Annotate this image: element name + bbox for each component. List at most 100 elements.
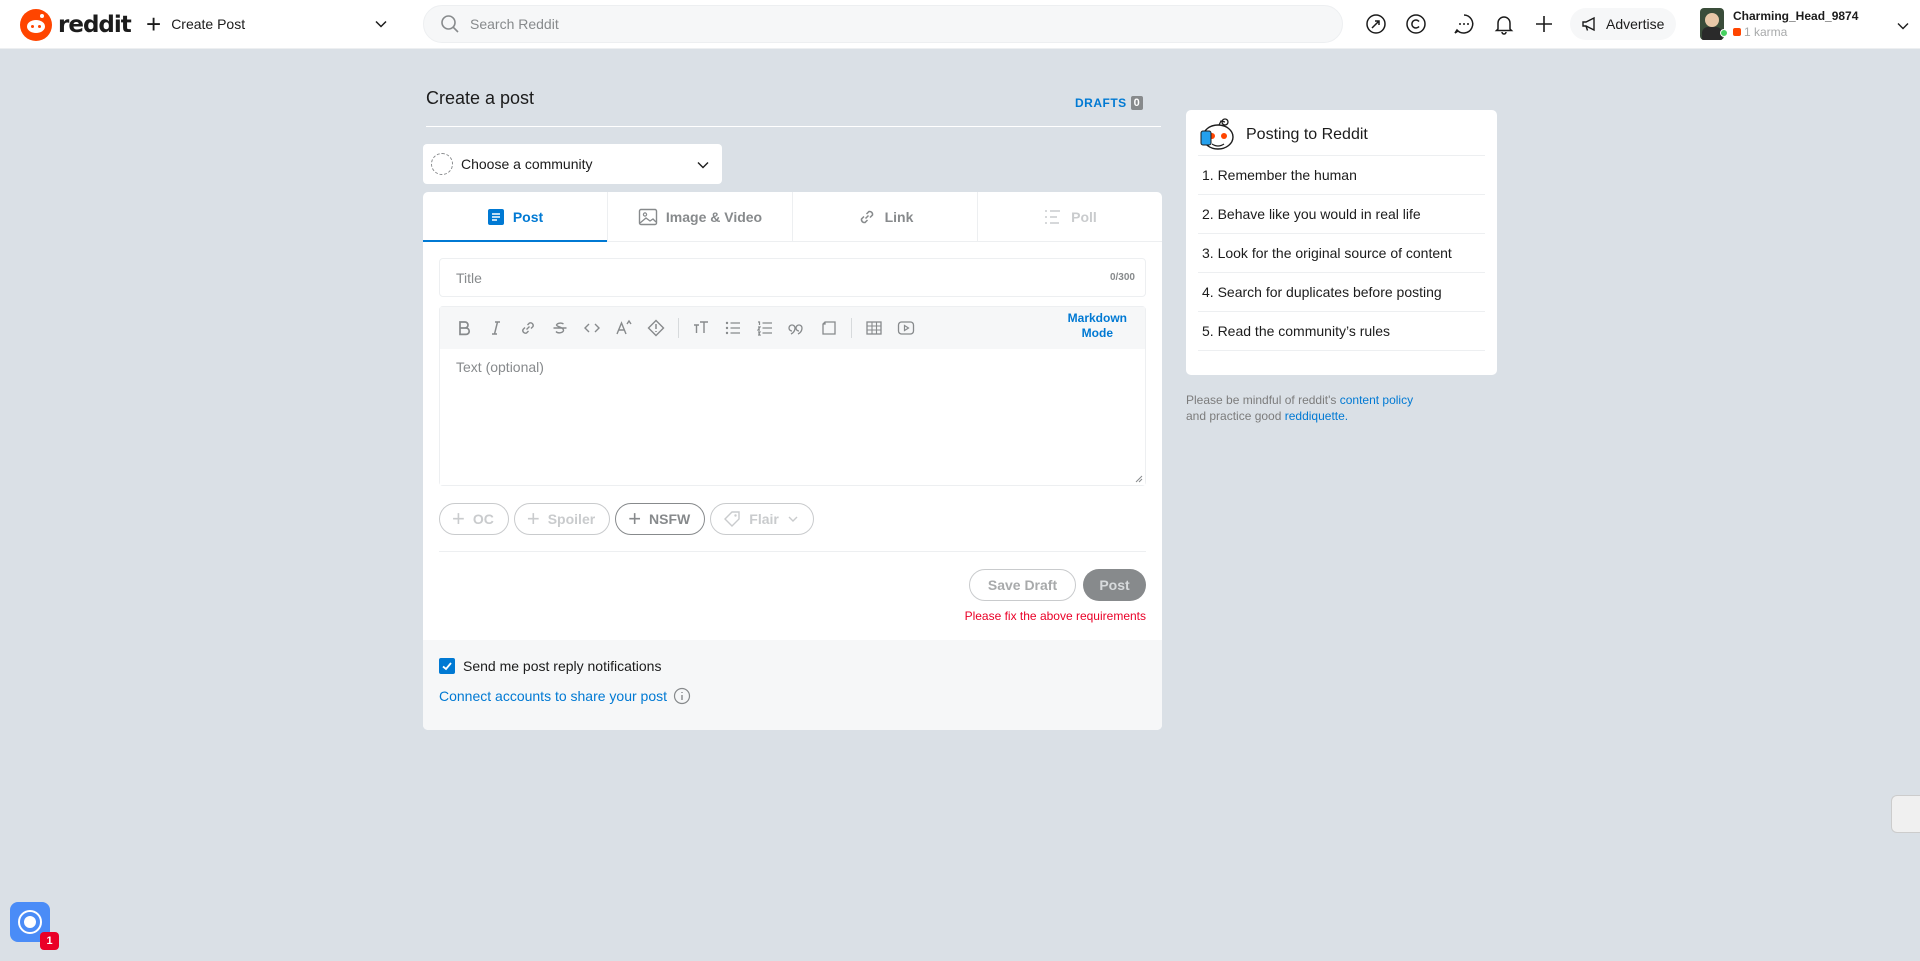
spoiler-tag-button[interactable]: + Spoiler [513,503,611,535]
image-icon [638,208,658,225]
reddit-snoo-icon [20,9,52,41]
quote-block-icon[interactable] [781,312,813,344]
chevron-down-icon [788,516,798,522]
plus-icon: + [526,506,540,531]
rule-item: 5. Read the community’s rules [1198,312,1485,351]
flair-button[interactable]: Flair [710,503,814,535]
rule-item: 3. Look for the original source of conte… [1198,234,1485,273]
inline-code-icon[interactable] [576,312,608,344]
code-block-icon[interactable] [813,312,845,344]
drafts-count: 0 [1130,96,1144,110]
community-placeholder-icon [431,153,453,175]
table-icon[interactable] [858,312,890,344]
link-icon[interactable] [512,312,544,344]
link-icon [860,210,873,223]
divider [426,126,1161,127]
bulleted-list-icon[interactable] [717,312,749,344]
drafts-label: DRAFTS [1075,96,1127,110]
italic-icon[interactable] [480,312,512,344]
chat-icon[interactable] [1452,12,1476,36]
editor-toolbar: Markdown Mode [440,307,1145,349]
markdown-mode-button[interactable]: Markdown Mode [1068,311,1127,341]
numbered-list-icon[interactable] [749,312,781,344]
community-selector-label: Choose a community [461,156,593,172]
plus-icon: + [452,506,465,531]
content-policy-link[interactable]: content policy [1340,393,1413,407]
title-field[interactable]: 0/300 [439,258,1146,297]
plus-icon: + [146,9,162,39]
chevron-down-icon [1897,23,1909,30]
bold-icon[interactable] [448,312,480,344]
home-dropdown[interactable]: + Create Post [146,8,396,40]
resize-handle-icon[interactable] [1135,475,1143,483]
notification-badge: 1 [40,932,59,950]
user-name: Charming_Head_9874 [1733,9,1859,23]
megaphone-icon [1582,16,1595,32]
search-input[interactable] [470,16,1270,32]
plus-icon: + [628,506,642,531]
chevron-down-icon [375,20,387,28]
superscript-icon[interactable] [608,312,640,344]
tag-icon [724,511,740,527]
tab-image-video[interactable]: Image & Video [608,192,793,241]
toolbar-divider [678,318,679,338]
error-message: Please fix the above requirements [964,609,1146,623]
side-panel-handle[interactable] [1891,795,1920,833]
karma-icon [1733,28,1741,36]
user-menu[interactable]: Charming_Head_9874 1 karma [1700,4,1910,44]
home-dropdown-label: Create Post [171,16,246,32]
advertise-button[interactable]: Advertise [1570,8,1677,40]
top-header: reddit + Create Post Advertise Charming_… [0,0,1920,49]
post-body-textarea[interactable] [440,349,1145,485]
community-selector[interactable]: Choose a community [423,144,722,184]
rule-item: 2. Behave like you would in real life [1198,195,1485,234]
search-icon [441,15,459,33]
create-post-card: Post Image & Video Link Poll 0/300 [423,192,1162,730]
tab-link[interactable]: Link [793,192,978,241]
rules-title: Posting to Reddit [1246,125,1368,143]
nsfw-tag-button[interactable]: + NSFW [615,503,706,535]
reddit-logo[interactable]: reddit [20,9,132,41]
title-char-count: 0/300 [1109,272,1135,283]
info-icon[interactable] [673,687,691,705]
connect-accounts-link[interactable]: Connect accounts to share your post [439,687,691,705]
online-status-dot [1720,29,1728,37]
user-karma: 1 karma [1733,25,1858,39]
save-draft-button[interactable]: Save Draft [969,569,1076,601]
notifications-option[interactable]: Send me post reply notifications [439,658,661,674]
content-policy-note: Please be mindful of reddit's content po… [1186,393,1414,423]
snoo-rules-icon [1200,117,1234,150]
rule-item: 4. Search for duplicates before posting [1198,273,1485,312]
rule-item: 1. Remember the human [1198,156,1485,195]
text-editor: Markdown Mode [439,306,1146,486]
notifications-checkbox[interactable] [439,658,455,674]
create-plus-icon[interactable] [1532,12,1556,36]
post-type-tabs: Post Image & Video Link Poll [423,192,1162,242]
tab-post[interactable]: Post [423,192,608,242]
video-icon[interactable] [890,312,922,344]
oc-tag-button[interactable]: + OC [439,503,509,535]
search-bar[interactable] [423,5,1343,43]
posting-rules-card: Posting to Reddit 1. Remember the human … [1186,110,1497,375]
tab-poll[interactable]: Poll [978,192,1162,241]
title-input[interactable] [456,269,1056,286]
strikethrough-icon[interactable] [544,312,576,344]
post-tags: + OC + Spoiler + NSFW Flair [439,503,814,535]
post-options-footer: Send me post reply notifications Connect… [423,640,1162,730]
spoiler-icon[interactable] [640,312,672,344]
notifications-label: Send me post reply notifications [463,658,662,674]
coins-icon[interactable] [1404,12,1428,36]
checkmark-icon [442,662,452,671]
toolbar-divider [851,318,852,338]
post-icon [487,208,504,225]
popular-icon[interactable] [1364,12,1388,36]
logo-text: reddit [58,12,132,38]
post-button[interactable]: Post [1083,569,1146,601]
reddiquette-link[interactable]: reddiquette. [1285,409,1348,423]
poll-icon [1045,209,1061,224]
advertise-label: Advertise [1606,16,1665,32]
notification-bell-icon[interactable] [1492,12,1516,36]
target-icon [18,910,42,934]
drafts-button[interactable]: DRAFTS 0 [1075,96,1144,110]
heading-icon[interactable] [685,312,717,344]
